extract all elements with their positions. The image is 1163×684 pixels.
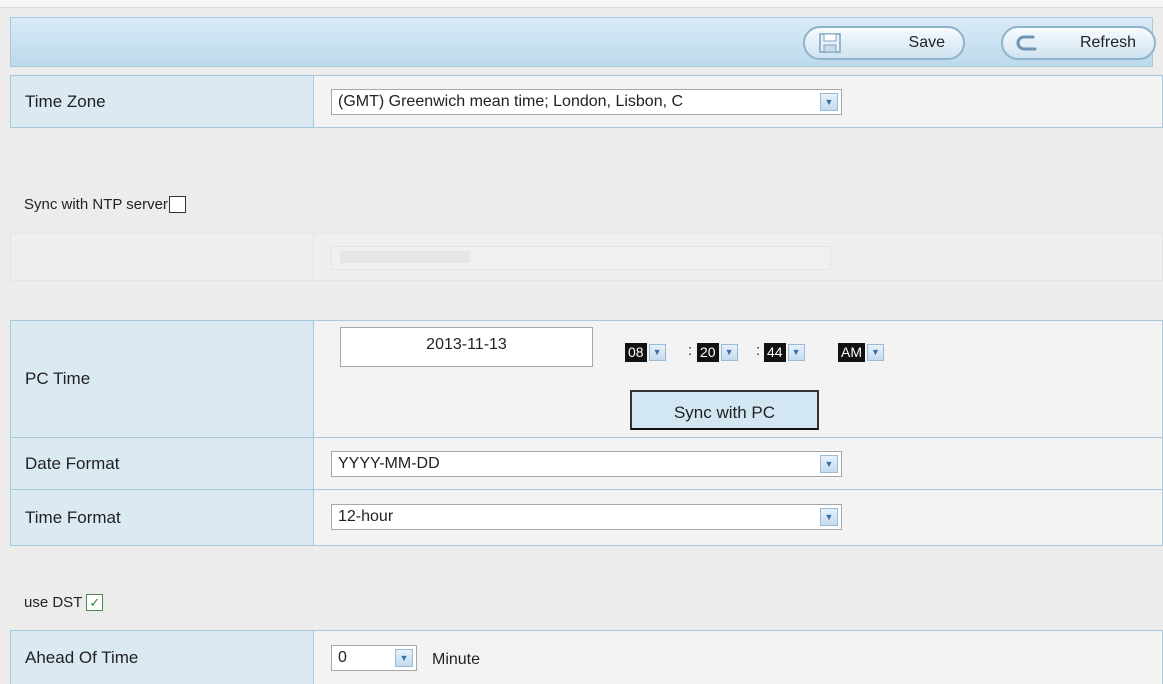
date-input[interactable]: 2013-11-13: [340, 327, 593, 367]
chevron-down-icon: ▼: [395, 649, 413, 667]
toolbar: Save Refresh: [10, 17, 1156, 67]
refresh-button[interactable]: Refresh: [1001, 26, 1156, 60]
floppy-disk-icon: [817, 32, 843, 54]
time-colon: :: [688, 342, 693, 359]
refresh-arrow-icon: [1015, 32, 1041, 54]
second-select[interactable]: 44 ▼: [764, 342, 805, 362]
dst-checkbox[interactable]: ✓: [86, 594, 104, 611]
time-zone-select[interactable]: (GMT) Greenwich mean time; London, Lisbo…: [331, 89, 842, 115]
ntp-sync-label: Sync with NTP server: [24, 196, 168, 213]
ahead-of-time-value: 0: [338, 649, 347, 666]
top-border: [0, 0, 1163, 8]
save-button[interactable]: Save: [803, 26, 965, 60]
date-format-row: Date Format YYYY-MM-DD ▼: [10, 437, 1163, 490]
ntp-server-label: [11, 234, 314, 280]
time-format-value: 12-hour: [338, 508, 394, 525]
ahead-of-time-row: Ahead Of Time 0 ▼: [10, 630, 1163, 684]
time-zone-value: (GMT) Greenwich mean time; London, Lisbo…: [338, 93, 684, 110]
chevron-down-icon: ▼: [720, 343, 738, 361]
dst-field: use DST ✓: [24, 594, 104, 611]
hour-select[interactable]: 08 ▼: [625, 342, 666, 362]
ampm-select[interactable]: AM ▼: [838, 342, 884, 362]
date-format-value: YYYY-MM-DD: [338, 455, 440, 472]
settings-panel: Save Refresh Time Zone (GMT) Greenwich m…: [0, 0, 1163, 684]
save-label: Save: [908, 34, 945, 51]
pc-time-label: PC Time: [11, 321, 314, 437]
time-format-label: Time Format: [11, 490, 314, 545]
time-zone-row: Time Zone (GMT) Greenwich mean time; Lon…: [10, 75, 1163, 128]
minute-unit-label: Minute: [432, 651, 481, 668]
dst-label: use DST: [24, 594, 83, 611]
ahead-of-time-select[interactable]: 0 ▼: [331, 645, 417, 671]
hour-value: 08: [625, 342, 647, 362]
ampm-value: AM: [838, 342, 865, 362]
chevron-down-icon: ▼: [820, 93, 838, 111]
date-format-label: Date Format: [11, 438, 314, 489]
ahead-of-time-label: Ahead Of Time: [11, 631, 314, 684]
chevron-down-icon: ▼: [820, 508, 838, 526]
time-format-select[interactable]: 12-hour ▼: [331, 504, 842, 530]
ntp-sync-checkbox[interactable]: [168, 196, 186, 213]
ntp-sync-field: Sync with NTP server: [24, 196, 186, 213]
minute-value: 20: [697, 342, 719, 362]
time-format-row: Time Format 12-hour ▼: [10, 489, 1163, 546]
second-value: 44: [764, 342, 786, 362]
ntp-server-select: [331, 246, 831, 270]
date-value: 2013-11-13: [426, 336, 507, 353]
time-colon: :: [756, 342, 761, 359]
chevron-down-icon: ▼: [648, 343, 666, 361]
time-zone-label: Time Zone: [11, 76, 314, 127]
ntp-server-value: [340, 251, 470, 263]
chevron-down-icon: ▼: [867, 343, 884, 361]
chevron-down-icon: ▼: [820, 455, 838, 473]
ntp-server-row: [10, 233, 1163, 281]
refresh-label: Refresh: [1079, 34, 1136, 51]
sync-with-pc-button[interactable]: Sync with PC: [630, 390, 819, 430]
minute-select[interactable]: 20 ▼: [697, 342, 738, 362]
date-format-select[interactable]: YYYY-MM-DD ▼: [331, 451, 842, 477]
check-icon: ✓: [89, 594, 101, 610]
chevron-down-icon: ▼: [787, 343, 805, 361]
